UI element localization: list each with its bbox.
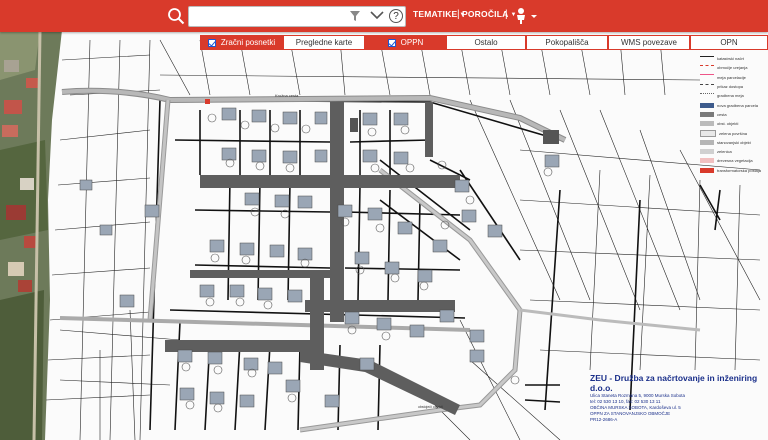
tab-label: Pokopališča bbox=[545, 38, 589, 47]
legend-label: cesta bbox=[717, 111, 727, 117]
legend-symbol bbox=[700, 129, 716, 137]
menu-porocila[interactable]: POROČILA ▼ bbox=[462, 9, 517, 19]
legend-item: cesta bbox=[700, 110, 764, 119]
search-icon[interactable] bbox=[167, 7, 185, 25]
tab-zracni-posnetki[interactable]: Zračni posnetki bbox=[200, 35, 283, 50]
filter-icon[interactable] bbox=[349, 10, 361, 22]
layer-tabs: Zračni posnetki Pregledne karte OPPN Ost… bbox=[200, 35, 768, 50]
legend-label: prikaz dostopa bbox=[717, 84, 744, 90]
menu-separator: | bbox=[457, 9, 460, 20]
legend-label: območje urejanja bbox=[717, 65, 748, 71]
legend-symbol bbox=[700, 139, 714, 145]
legend-symbol bbox=[700, 167, 714, 173]
menu-tematike-label: TEMATIKE bbox=[413, 9, 458, 19]
tab-pokopalisca[interactable]: Pokopališča bbox=[526, 35, 608, 50]
legend-item: zelena površina bbox=[700, 128, 764, 137]
legend-item: katastrski načrt bbox=[700, 54, 764, 63]
tab-opn[interactable]: OPN bbox=[690, 35, 768, 50]
top-toolbar: ? TEMATIKE ▼ | POROČILA ▼ | bbox=[0, 0, 768, 32]
legend-item: gradbena meja bbox=[700, 91, 764, 100]
tab-pregledne-karte[interactable]: Pregledne karte bbox=[283, 35, 365, 50]
legend-symbol bbox=[700, 149, 714, 155]
legend-item: območje urejanja bbox=[700, 63, 764, 72]
road-label: Krožna cesta bbox=[275, 93, 299, 98]
legend-label: katastrski načrt bbox=[717, 56, 744, 62]
legend-label: transformatorska postaja bbox=[717, 167, 762, 173]
legend-item: prikaz dostopa bbox=[700, 82, 764, 91]
legend-symbol bbox=[700, 158, 714, 164]
legend-symbol bbox=[700, 121, 714, 127]
help-icon[interactable]: ? bbox=[389, 9, 403, 23]
note-label: obstoječi objekti bbox=[418, 405, 443, 409]
legend-item: meja parcelacije bbox=[700, 73, 764, 82]
legend-item: obst. objekti bbox=[700, 119, 764, 128]
legend-item: transformatorska postaja bbox=[700, 166, 764, 175]
project-number: PR12-2686-A bbox=[590, 417, 618, 422]
company-title: ZEU - Družba za načrtovanje in inženirin… bbox=[590, 373, 758, 393]
menu-porocila-label: POROČILA bbox=[462, 9, 509, 19]
legend-label: zelenica bbox=[717, 149, 732, 155]
legend-symbol bbox=[700, 111, 714, 117]
legend-symbol bbox=[700, 55, 714, 62]
tab-wms-povezave[interactable]: WMS povezave bbox=[608, 35, 690, 50]
legend-symbol bbox=[700, 83, 714, 90]
legend-symbol bbox=[700, 102, 714, 108]
legend-item: zelenica bbox=[700, 147, 764, 156]
map-legend: katastrski načrt območje urejanja meja par… bbox=[700, 54, 764, 175]
transformer-markers bbox=[205, 99, 210, 104]
legend-label: gradbena meja bbox=[717, 93, 744, 99]
legend-item: drevesna vegetacija bbox=[700, 156, 764, 165]
search-input[interactable] bbox=[193, 7, 347, 28]
tab-label: Ostalo bbox=[474, 38, 498, 47]
tab-oppn[interactable]: OPPN bbox=[365, 35, 446, 50]
legend-item: stanovanjski objekt bbox=[700, 138, 764, 147]
title-block: ZEU - Družba za načrtovanje in inženirin… bbox=[590, 373, 765, 423]
legend-label: nova gradbena parcela bbox=[717, 102, 758, 108]
legend-label: obst. objekti bbox=[717, 121, 739, 127]
chevron-down-icon[interactable] bbox=[370, 9, 384, 21]
legend-label: zelena površina bbox=[719, 130, 748, 136]
legend-label: drevesna vegetacija bbox=[717, 158, 753, 164]
legend-label: stanovanjski objekt bbox=[717, 139, 751, 145]
tab-label: OPPN bbox=[400, 38, 424, 47]
tab-label: Pregledne karte bbox=[295, 38, 353, 47]
legend-symbol bbox=[700, 64, 714, 71]
legend-label: meja parcelacije bbox=[717, 74, 746, 80]
user-menu-icon[interactable] bbox=[514, 7, 540, 25]
legend-item: nova gradbena parcela bbox=[700, 100, 764, 109]
checkbox-icon[interactable] bbox=[387, 38, 396, 47]
tab-label: OPN bbox=[720, 38, 738, 47]
legend-symbol bbox=[700, 74, 714, 80]
checkbox-icon[interactable] bbox=[207, 38, 216, 47]
tab-ostalo[interactable]: Ostalo bbox=[446, 35, 526, 50]
tab-label: WMS povezave bbox=[620, 38, 678, 47]
menu-separator: | bbox=[505, 9, 508, 20]
tab-label: Zračni posnetki bbox=[220, 38, 276, 47]
legend-symbol bbox=[700, 92, 714, 99]
